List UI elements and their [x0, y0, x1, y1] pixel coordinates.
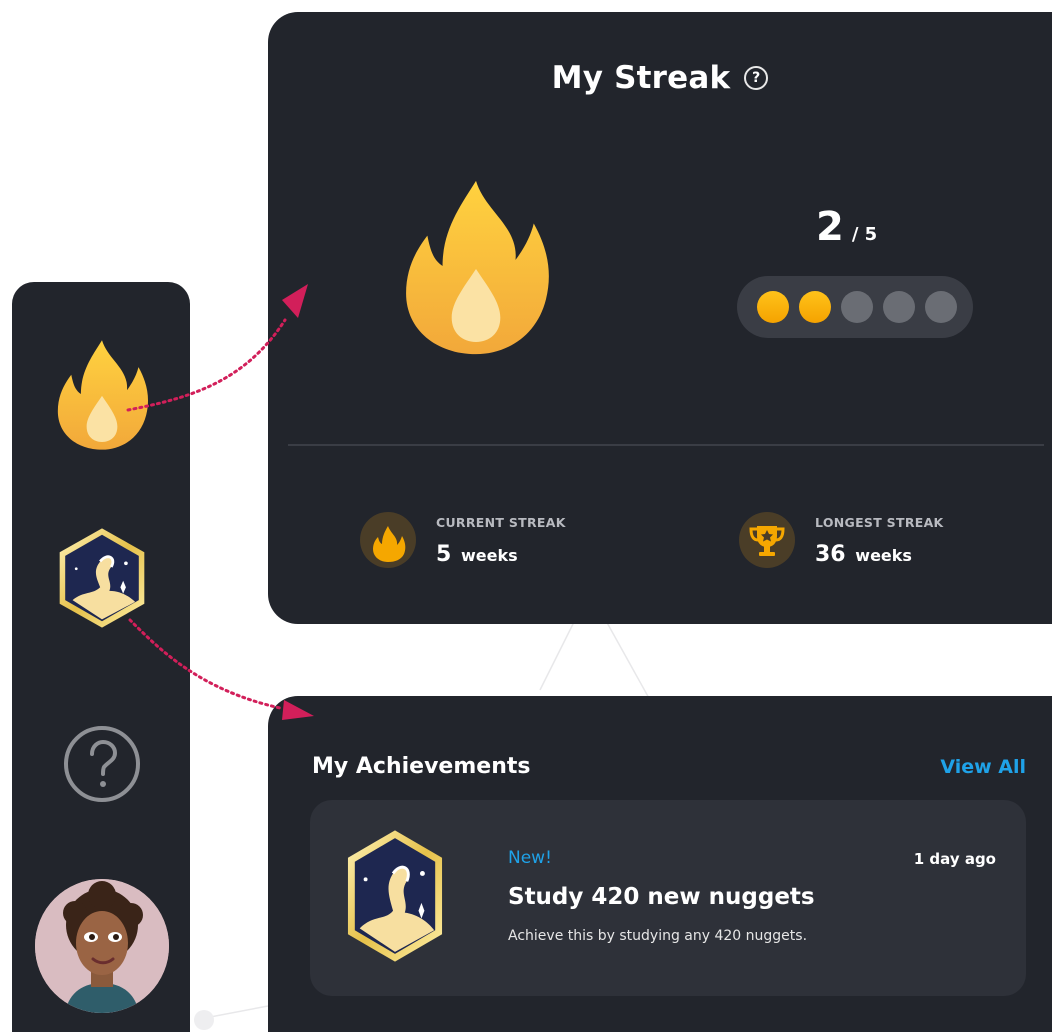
streak-progress-dots [737, 276, 973, 338]
avatar-illustration [35, 879, 169, 1013]
large-flame-icon [406, 180, 549, 355]
sidebar-help-button[interactable] [62, 724, 142, 804]
current-streak-icon-badge [360, 512, 416, 568]
user-avatar[interactable] [35, 879, 169, 1013]
achievement-name: Study 420 new nuggets [508, 884, 815, 910]
longest-streak-number: 36 [815, 542, 846, 567]
streak-dot-filled [757, 291, 789, 323]
streak-help-icon[interactable]: ? [744, 66, 769, 90]
streak-panel: My Streak? 2 / 5 CURRENT STREAK 5 weeks L… [268, 12, 1052, 624]
achievements-panel: My Achievements View All New! 1 day ago … [268, 696, 1052, 1032]
achievement-new-tag: New! [508, 848, 552, 868]
streak-title: My Streak [551, 60, 731, 96]
sidebar-streak-button[interactable] [54, 336, 150, 452]
achievement-badge-icon [347, 830, 443, 962]
trophy-icon [749, 526, 785, 556]
streak-goal: / 5 [851, 224, 878, 245]
streak-current-count: 2 [816, 204, 844, 250]
longest-streak-unit: weeks [855, 546, 912, 565]
current-streak-unit: weeks [460, 546, 518, 565]
achievement-badge-icon [59, 528, 145, 628]
streak-dot-filled [799, 291, 831, 323]
longest-streak-icon-badge [739, 512, 795, 568]
longest-streak-label: LONGEST STREAK [815, 515, 944, 530]
view-all-link[interactable]: View All [940, 756, 1026, 778]
help-circle-icon [64, 726, 140, 802]
achievement-description: Achieve this by studying any 420 nuggets… [508, 928, 808, 944]
streak-dot-empty [883, 291, 915, 323]
streak-progress-count: 2 / 5 [816, 204, 877, 250]
streak-title-row: My Streak? [268, 60, 1052, 96]
streak-dot-empty [841, 291, 873, 323]
achievement-card[interactable]: New! 1 day ago Study 420 new nuggets Ach… [310, 800, 1026, 996]
sidebar [12, 282, 190, 1032]
streak-dot-empty [925, 291, 957, 323]
sidebar-achievements-button[interactable] [56, 526, 148, 630]
flame-icon [373, 526, 406, 562]
achievements-title: My Achievements [312, 754, 531, 779]
current-streak-label: CURRENT STREAK [436, 515, 566, 530]
current-streak-value: 5 weeks [436, 542, 518, 567]
current-streak-number: 5 [436, 542, 452, 567]
divider [288, 444, 1044, 446]
achievement-time: 1 day ago [913, 850, 996, 868]
longest-streak-value: 36 weeks [815, 542, 912, 567]
flame-icon [57, 340, 149, 450]
